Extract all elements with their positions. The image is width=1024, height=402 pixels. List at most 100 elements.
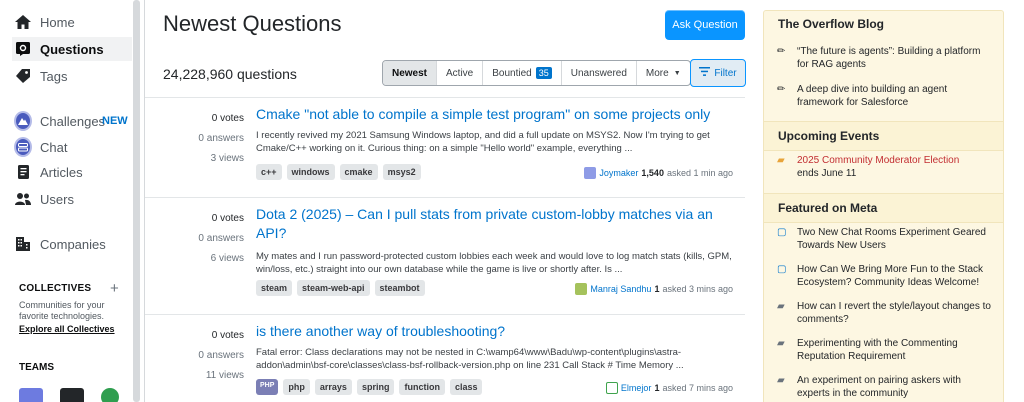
sidebar-item-challenges[interactable]: Challenges — [14, 109, 105, 133]
new-badge: NEW — [102, 115, 128, 127]
filter-button[interactable]: Filter — [690, 59, 746, 87]
event-link[interactable]: 2025 Community Moderator Election — [797, 155, 959, 166]
question-title-link[interactable]: is there another way of troubleshooting? — [256, 322, 731, 341]
tag-list: steam steam-web-api steambot — [256, 280, 425, 296]
sidebar-item-home[interactable]: Home — [14, 10, 75, 34]
tab-newest[interactable]: Newest — [383, 61, 438, 85]
question-count: 24,228,960 questions — [163, 66, 297, 82]
question-title-link[interactable]: Cmake "not able to compile a simple test… — [256, 105, 731, 124]
php-collective-badge[interactable]: PHP — [256, 379, 279, 395]
code-team-icon[interactable] — [60, 388, 84, 402]
chat-bubble-icon: ▢ — [777, 264, 787, 275]
questions-icon — [14, 40, 32, 58]
add-collective-icon[interactable]: + — [110, 280, 119, 297]
sidebar-item-label: Chat — [40, 139, 68, 155]
question-owner: Elmejor 1 asked 7 mins ago — [605, 382, 733, 394]
tag[interactable]: arrays — [314, 379, 352, 395]
tab-label: Active — [446, 67, 474, 79]
pencil-icon: ✏ — [777, 84, 786, 95]
meta-item-link[interactable]: Experimenting with the Commenting Reputa… — [797, 337, 992, 363]
meta-item-link[interactable]: Two New Chat Rooms Experiment Geared Tow… — [797, 226, 992, 252]
meta-item[interactable]: ▰ An experiment on pairing askers with e… — [777, 374, 992, 400]
sidebar-item-tags[interactable]: Tags — [14, 64, 67, 88]
sort-tabs: Newest Active Bountied 35 Unanswered More… — [382, 60, 691, 86]
tab-more[interactable]: More ▼ — [637, 61, 690, 85]
tag[interactable]: msys2 — [382, 164, 421, 180]
tab-bountied[interactable]: Bountied 35 — [483, 61, 562, 85]
tag[interactable]: steam — [256, 280, 293, 296]
blog-item[interactable]: ✏ “The future is agents”: Building a pla… — [777, 45, 992, 71]
answer-count: 0 answers — [198, 350, 244, 361]
sidebar-item-companies[interactable]: Companies — [14, 232, 106, 256]
tab-active[interactable]: Active — [437, 61, 484, 85]
team-logo-icon[interactable] — [19, 388, 43, 402]
tag[interactable]: php — [283, 379, 310, 395]
tag[interactable]: spring — [356, 379, 395, 395]
meta-stack-icon: ▰ — [777, 301, 785, 312]
blog-heading: The Overflow Blog — [778, 17, 885, 31]
meta-item[interactable]: ▰ Experimenting with the Commenting Repu… — [777, 337, 992, 363]
tab-unanswered[interactable]: Unanswered — [562, 61, 637, 85]
sidebar-item-label: Users — [40, 191, 74, 207]
meta-item[interactable]: ▢ Two New Chat Rooms Experiment Geared T… — [777, 226, 992, 252]
sidebar-item-chat[interactable]: Chat — [14, 135, 67, 159]
sidebar-item-label: Challenges — [40, 113, 106, 129]
question-owner: Joymaker 1,540 asked 1 min ago — [584, 167, 733, 179]
meta-item-link[interactable]: How Can We Bring More Fun to the Stack E… — [797, 263, 992, 289]
avatar[interactable] — [605, 382, 618, 394]
meta-item[interactable]: ▰ How can I revert the style/layout chan… — [777, 300, 992, 326]
pencil-icon: ✏ — [777, 46, 786, 57]
meta-stack-icon: ▰ — [777, 338, 785, 349]
asked-time: asked 3 mins ago — [662, 284, 733, 294]
event-end-date: ends June 11 — [797, 168, 857, 179]
vote-count: 0 votes — [211, 113, 244, 124]
user-name-link[interactable]: Elmejor — [621, 383, 652, 393]
blog-item-link[interactable]: “The future is agents”: Building a platf… — [797, 45, 992, 71]
chevron-down-icon: ▼ — [673, 69, 681, 77]
chat-icon — [14, 137, 32, 157]
tag[interactable]: steam-web-api — [297, 280, 370, 296]
left-sidebar: Home Questions Tags Challenges NEW Chat … — [0, 0, 145, 402]
users-icon — [14, 190, 32, 208]
bounty-count-badge: 35 — [535, 67, 552, 79]
meta-item-link[interactable]: How can I revert the style/layout change… — [797, 300, 992, 326]
tag[interactable]: class — [449, 379, 483, 395]
check-team-icon[interactable] — [101, 388, 119, 402]
vote-count: 0 votes — [211, 213, 244, 224]
filter-icon — [699, 67, 711, 79]
tag[interactable]: windows — [286, 164, 335, 180]
user-reputation: 1,540 — [641, 168, 664, 178]
explore-collectives-link[interactable]: Explore all Collectives — [19, 324, 115, 334]
ask-question-button[interactable]: Ask Question — [665, 10, 745, 40]
teams-heading: TEAMS — [19, 362, 54, 373]
filter-label: Filter — [714, 67, 737, 79]
events-heading: Upcoming Events — [764, 121, 1003, 151]
election-icon: ▰ — [777, 155, 785, 166]
articles-icon — [14, 163, 32, 181]
event-item[interactable]: ▰ 2025 Community Moderator Election ends … — [777, 154, 992, 180]
meta-item[interactable]: ▢ How Can We Bring More Fun to the Stack… — [777, 263, 992, 289]
question-stats: 0 votes 0 answers 3 views — [145, 109, 244, 169]
view-count: 6 views — [210, 253, 244, 264]
sidebar-item-articles[interactable]: Articles — [14, 160, 83, 184]
avatar[interactable] — [575, 283, 588, 295]
tag[interactable]: function — [399, 379, 445, 395]
tag[interactable]: cmake — [339, 164, 378, 180]
user-name-link[interactable]: Joymaker — [599, 168, 638, 178]
sidebar-scrollbar[interactable] — [133, 0, 140, 402]
avatar[interactable] — [584, 167, 597, 179]
tag[interactable]: steambot — [374, 280, 425, 296]
question-title-link[interactable]: Dota 2 (2025) – Can I pull stats from pr… — [256, 205, 731, 243]
blog-item[interactable]: ✏ A deep dive into building an agent fra… — [777, 83, 992, 109]
meta-item-link[interactable]: An experiment on pairing askers with exp… — [797, 374, 992, 400]
blog-item-link[interactable]: A deep dive into building an agent frame… — [797, 83, 992, 109]
user-name-link[interactable]: Manraj Sandhu — [590, 284, 651, 294]
tag[interactable]: c++ — [256, 164, 282, 180]
sidebar-item-users[interactable]: Users — [14, 187, 74, 211]
tag-icon — [14, 67, 32, 85]
companies-icon — [14, 235, 32, 253]
meta-heading: Featured on Meta — [764, 193, 1003, 223]
sidebar-item-questions[interactable]: Questions — [12, 37, 132, 61]
sidebar-item-label: Articles — [40, 164, 83, 180]
question-summary: 0 votes 0 answers 3 views Cmake "not abl… — [145, 97, 745, 207]
